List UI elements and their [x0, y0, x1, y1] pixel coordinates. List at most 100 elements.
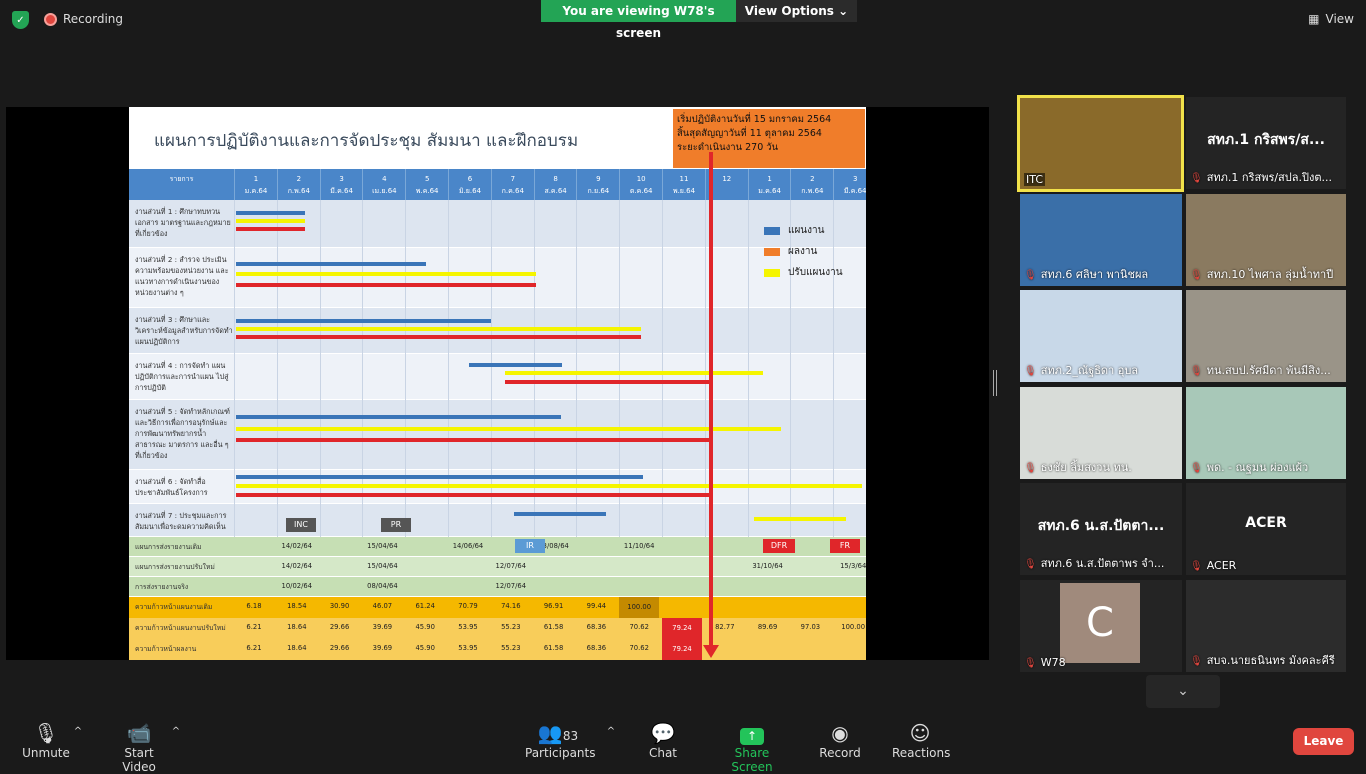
- month-name: ก.ย.64: [587, 187, 610, 195]
- share-screen-label: Share Screen: [731, 746, 773, 774]
- participant-name: สทภ.6 ศลิษา พานิชผล: [1040, 267, 1149, 281]
- task-row: งานส่วนที่ 4 : การจัดทำ แผนปฏิบัติการและ…: [129, 354, 866, 400]
- participant-tile[interactable]: 🎙 สทภ.2_ณัฐธิดา อุบล: [1020, 290, 1182, 382]
- record-icon: ◉: [831, 721, 849, 745]
- progress-cell: 70.62: [629, 623, 649, 631]
- legend-swatch: [764, 268, 780, 277]
- scroll-down-button[interactable]: ⌄: [1146, 675, 1220, 708]
- participants-label: Participants: [525, 746, 596, 760]
- unmute-label: Unmute: [22, 746, 70, 760]
- report-cell: 10/02/64: [281, 582, 313, 590]
- participant-name-tag: 🎙 W78: [1024, 656, 1179, 669]
- progress-cell: 45.90: [415, 644, 435, 652]
- mic-muted-icon: 🎙: [1190, 655, 1203, 667]
- participant-tile[interactable]: สทภ.1 กริสพร/ส... 🎙 สทภ.1 กริสพร/สปล.ปิงต.…: [1186, 97, 1346, 189]
- report-row-label: การส่งรายงานจริง: [135, 583, 189, 591]
- video-options-caret[interactable]: ^: [170, 726, 182, 737]
- chevron-down-icon: ⌄: [838, 4, 849, 18]
- month-name: พ.ย.64: [672, 187, 696, 195]
- task-label: งานส่วนที่ 5 : จัดทำหลักเกณฑ์ และวิธีการ…: [135, 407, 230, 460]
- participant-tile[interactable]: C 🎙 W78: [1020, 579, 1182, 672]
- month-header-cell: 4 เม.ย.64: [362, 169, 405, 200]
- month-number: 5: [424, 175, 430, 183]
- security-shield-icon[interactable]: ✓: [12, 11, 29, 29]
- participant-display-name: สทภ.6 น.ส.ปัตตา...: [1037, 518, 1165, 534]
- progress-cell: 79.24: [662, 618, 702, 639]
- progress-cell: 30.90: [329, 602, 350, 610]
- chat-label: Chat: [648, 746, 678, 760]
- month-name: ส.ค.64: [544, 187, 567, 195]
- report-cell: 15/3/64: [840, 562, 866, 570]
- reactions-button[interactable]: ☺ Reactions: [892, 721, 950, 760]
- participant-name: พด. - ณฐมน ผ่องแผ้ว: [1206, 460, 1309, 474]
- current-date-line: [709, 152, 713, 652]
- month-name: มี.ค.64: [330, 187, 353, 195]
- panel-resize-handle[interactable]: [993, 370, 997, 396]
- audio-options-caret[interactable]: ^: [72, 726, 84, 737]
- mic-muted-icon: 🎙: [33, 721, 59, 745]
- task-row: งานส่วนที่ 2 : สำรวจ ประเมิน ความพร้อมขอ…: [129, 248, 866, 308]
- report-row-label: แผนการส่งรายงานปรับใหม่: [135, 563, 215, 571]
- participant-name: สบจ.นายธนินทร มังคละคีรี: [1206, 653, 1335, 667]
- view-options-label: View Options: [744, 4, 834, 18]
- chat-button[interactable]: 💬 Chat: [645, 722, 681, 760]
- participants-icon: 👥83: [537, 721, 579, 745]
- start-video-button[interactable]: 📹 Start Video: [106, 722, 172, 774]
- progress-cell: 100.00: [619, 597, 660, 618]
- report-cell: 08/04/64: [367, 582, 398, 590]
- report-cell: 12/07/64: [495, 582, 527, 590]
- participant-tile[interactable]: ITC: [1017, 95, 1184, 192]
- gantt-bar: [236, 283, 536, 287]
- progress-cell: 18.64: [287, 644, 307, 652]
- month-number: 10: [636, 175, 646, 183]
- gantt-bar: [505, 380, 710, 384]
- mic-muted-icon: 🎙: [1024, 462, 1037, 474]
- participant-tile[interactable]: สทภ.6 น.ส.ปัตตา... 🎙 สทภ.6 น.ส.ปัตตาพร จำ.…: [1020, 483, 1182, 575]
- month-name: ม.ค.64: [758, 187, 781, 195]
- month-number: 1: [767, 175, 772, 183]
- participant-display-name: สทภ.1 กริสพร/ส...: [1207, 132, 1325, 148]
- report-cell: 14/02/64: [281, 562, 313, 570]
- gantt-header: รายการ 1 ม.ค.64 2 ก.พ.64 3 มี.ค.64 4 เม.ย.64 5 พ.…: [129, 169, 866, 200]
- participant-tile[interactable]: 🎙 ทน.สบป.รัศมีดา พ้นมีสิง...: [1186, 290, 1346, 382]
- top-bar: ✓ Recording You are viewing W78's screen…: [0, 0, 1366, 40]
- task-row: งานส่วนที่ 5 : จัดทำหลักเกณฑ์ และวิธีการ…: [129, 400, 866, 470]
- participant-name-tag: 🎙 ทน.สบป.รัศมีดา พ้นมีสิง...: [1190, 361, 1345, 379]
- mic-muted-icon: 🎙: [1024, 269, 1037, 281]
- progress-cell: 55.23: [501, 644, 521, 652]
- gantt-bar: [236, 335, 641, 339]
- gantt-bar: [236, 475, 643, 479]
- unmute-button[interactable]: 🎙 Unmute: [22, 722, 70, 760]
- participant-name: ธงชัย ลิ้มสงวน ทน.: [1040, 460, 1132, 474]
- participant-tile[interactable]: ACER 🎙 ACER: [1186, 483, 1346, 575]
- view-options-button[interactable]: View Options ⌄: [736, 0, 857, 22]
- share-screen-button[interactable]: ↑ Share Screen: [714, 722, 790, 774]
- report-cell: 14/06/64: [452, 542, 484, 550]
- participant-tile[interactable]: 🎙 สทภ.6 ศลิษา พานิชผล: [1020, 193, 1182, 286]
- month-header-cell: 8 ส.ค.64: [533, 169, 577, 200]
- record-button[interactable]: ◉ Record: [818, 722, 862, 760]
- task-label: งานส่วนที่ 7 : ประชุมและการ สัมมนาเพื่อร…: [135, 511, 227, 531]
- participant-name-tag: ITC: [1024, 173, 1045, 186]
- progress-cell: 45.90: [415, 623, 435, 631]
- gantt-bar: [754, 517, 846, 521]
- month-header-cell: 1 ม.ค.64: [234, 169, 277, 200]
- gantt-bar: [236, 415, 561, 419]
- slide-info-box: เริ่มปฏิบัติงานวันที่ 15 มกราคม 2564 สิ้…: [673, 109, 865, 168]
- legend-item: ผลงาน: [764, 244, 817, 259]
- participant-tile[interactable]: 🎙 ธงชัย ลิ้มสงวน ทน.: [1020, 386, 1182, 479]
- milestone-tag-pr: PR: [381, 518, 411, 532]
- participant-tile[interactable]: 🎙 พด. - ณฐมน ผ่องแผ้ว: [1186, 386, 1346, 479]
- participants-button[interactable]: 👥83 Participants: [525, 721, 596, 760]
- leave-button[interactable]: Leave: [1293, 728, 1354, 755]
- gantt-bar: [514, 512, 606, 516]
- participant-name: ทน.สบป.รัศมีดา พ้นมีสิง...: [1206, 364, 1331, 377]
- month-number: 2: [810, 175, 815, 183]
- gantt-bar: [236, 219, 305, 223]
- reactions-icon: ☺: [909, 721, 931, 745]
- participant-tile[interactable]: 🎙 สบจ.นายธนินทร มังคละคีรี: [1186, 579, 1346, 672]
- participant-tile[interactable]: 🎙 สทภ.10 ไพศาล ลุ่มน้ำทาปี: [1186, 193, 1346, 286]
- participants-options-caret[interactable]: ^: [605, 726, 617, 737]
- view-button[interactable]: ▦ View: [1308, 12, 1354, 26]
- progress-cell: 39.69: [372, 644, 393, 652]
